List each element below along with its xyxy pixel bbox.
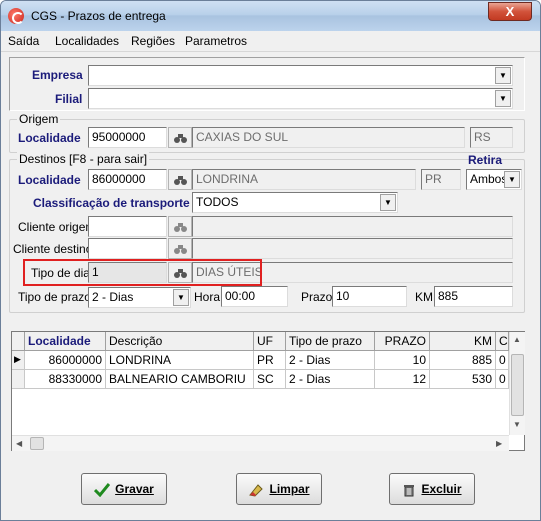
limpar-label: Limpar — [269, 482, 310, 496]
chevron-down-icon: ▼ — [495, 67, 511, 84]
tipo-dia-highlight — [23, 259, 262, 286]
origem-localidade-input[interactable]: 95000000 — [88, 127, 167, 148]
table-header-km[interactable]: KM — [430, 332, 496, 351]
status-bar — [1, 515, 540, 520]
cliente-origem-desc — [192, 216, 513, 237]
menu-regioes[interactable]: Regiões — [131, 34, 175, 48]
scroll-down-icon[interactable]: ▼ — [513, 420, 521, 429]
menu-localidades[interactable]: Localidades — [55, 34, 119, 48]
destino-localidade-label: Localidade — [18, 173, 81, 187]
menu-bar: Saída Localidades Regiões Parametros — [1, 31, 540, 52]
table-cell[interactable]: 86000000 — [25, 351, 106, 370]
origem-cidade-field: CAXIAS DO SUL — [192, 127, 465, 148]
table-cell[interactable]: 885 — [430, 351, 496, 370]
table-cell[interactable]: BALNEARIO CAMBORIU — [106, 370, 254, 389]
filial-label: Filial — [55, 92, 83, 106]
destino-cidade-field: LONDRINA — [192, 169, 416, 190]
row-indicator — [12, 370, 25, 389]
binoculars-icon — [174, 134, 187, 143]
empresa-label: Empresa — [32, 68, 83, 82]
table-header-descricao[interactable]: Descrição — [106, 332, 254, 351]
scroll-left-icon[interactable]: ◀ — [16, 439, 22, 448]
km-label: KM — [415, 290, 433, 304]
cliente-origem-input[interactable] — [88, 216, 167, 237]
row-indicator-icon: ▶ — [12, 351, 25, 370]
destino-uf-field: PR — [421, 169, 461, 190]
table-header-prazo[interactable]: PRAZO — [375, 332, 430, 351]
prazo-label: Prazo — [301, 290, 333, 304]
table-cell[interactable]: 88330000 — [25, 370, 106, 389]
gravar-button[interactable]: Gravar — [81, 473, 167, 505]
origem-legend: Origem — [17, 112, 61, 126]
km-input[interactable]: 885 — [434, 286, 513, 307]
prazo-input[interactable]: 10 — [332, 286, 407, 307]
retira-label: Retira — [468, 153, 503, 167]
checkmark-icon — [94, 482, 111, 497]
table-cell[interactable]: 12 — [375, 370, 430, 389]
chevron-down-icon: ▼ — [504, 171, 520, 188]
menu-parametros[interactable]: Parametros — [185, 34, 247, 48]
excluir-label: Excluir — [421, 482, 462, 496]
cliente-destino-input[interactable] — [88, 238, 167, 259]
binoculars-icon — [174, 223, 187, 232]
close-button[interactable]: X — [488, 2, 532, 21]
excluir-button[interactable]: Excluir — [389, 473, 475, 505]
hora-label: Hora — [194, 290, 221, 304]
table-header-cliente[interactable]: Clier — [496, 332, 509, 351]
table-header-localidade[interactable]: Localidade — [25, 332, 106, 351]
table-cell[interactable]: PR — [254, 351, 286, 370]
scroll-right-icon[interactable]: ▶ — [496, 439, 502, 448]
table-cell[interactable]: 0 — [496, 370, 509, 389]
chevron-down-icon: ▼ — [380, 194, 396, 211]
classificacao-select[interactable]: TODOS ▼ — [192, 192, 398, 213]
destinos-table[interactable]: Localidade Descrição UF Tipo de prazo PR… — [11, 331, 525, 451]
binoculars-icon — [174, 176, 187, 185]
table-cell[interactable]: 0 — [496, 351, 509, 370]
gravar-label: Gravar — [115, 482, 154, 496]
cliente-destino-desc — [192, 238, 513, 259]
cliente-origem-search-button[interactable] — [168, 216, 192, 237]
vertical-scrollbar[interactable]: ▲ ▼ — [509, 332, 525, 435]
vertical-scroll-thumb[interactable] — [511, 354, 524, 416]
scroll-up-icon[interactable]: ▲ — [513, 335, 521, 344]
retira-select[interactable]: Ambos ▼ — [466, 169, 522, 190]
table-header-indicator — [12, 332, 25, 351]
table-cell[interactable]: LONDRINA — [106, 351, 254, 370]
tipo-prazo-label: Tipo de prazo — [18, 290, 91, 304]
origem-search-button[interactable] — [168, 127, 192, 148]
trash-icon — [404, 484, 415, 497]
menu-saida[interactable]: Saída — [8, 34, 39, 48]
origem-localidade-label: Localidade — [18, 131, 81, 145]
empresa-select[interactable]: ▼ — [88, 65, 513, 86]
horizontal-scroll-thumb[interactable] — [30, 437, 44, 450]
chevron-down-icon: ▼ — [495, 90, 511, 107]
table-cell[interactable]: 10 — [375, 351, 430, 370]
filial-select[interactable]: ▼ — [88, 88, 513, 109]
chevron-down-icon: ▼ — [173, 289, 189, 306]
binoculars-icon — [174, 245, 187, 254]
eraser-icon — [249, 484, 264, 497]
cliente-origem-label: Cliente origem — [18, 220, 96, 234]
limpar-button[interactable]: Limpar — [236, 473, 322, 505]
cliente-destino-label: Cliente destino — [13, 242, 93, 256]
table-header-tipo-prazo[interactable]: Tipo de prazo — [286, 332, 375, 351]
table-cell[interactable]: SC — [254, 370, 286, 389]
title-bar: CGS - Prazos de entrega X — [1, 1, 540, 31]
window-title: CGS - Prazos de entrega — [31, 9, 166, 23]
table-cell[interactable]: 2 - Dias — [286, 370, 375, 389]
horizontal-scrollbar[interactable]: ◀ ▶ — [12, 435, 509, 451]
app-logo-icon — [8, 8, 24, 24]
table-cell[interactable]: 2 - Dias — [286, 351, 375, 370]
destino-localidade-input[interactable]: 86000000 — [88, 169, 167, 190]
classificacao-label: Classificação de transporte — [33, 196, 190, 210]
table-header-uf[interactable]: UF — [254, 332, 286, 351]
main-window: CGS - Prazos de entrega X Saída Localida… — [0, 0, 541, 521]
table-cell[interactable]: 530 — [430, 370, 496, 389]
destino-search-button[interactable] — [168, 169, 192, 190]
tipo-prazo-select[interactable]: 2 - Dias ▼ — [88, 287, 191, 308]
destinos-legend: Destinos [F8 - para sair] — [17, 152, 150, 166]
hora-input[interactable]: 00:00 — [221, 286, 288, 307]
origem-uf-field: RS — [470, 127, 513, 148]
cliente-destino-search-button[interactable] — [168, 238, 192, 259]
